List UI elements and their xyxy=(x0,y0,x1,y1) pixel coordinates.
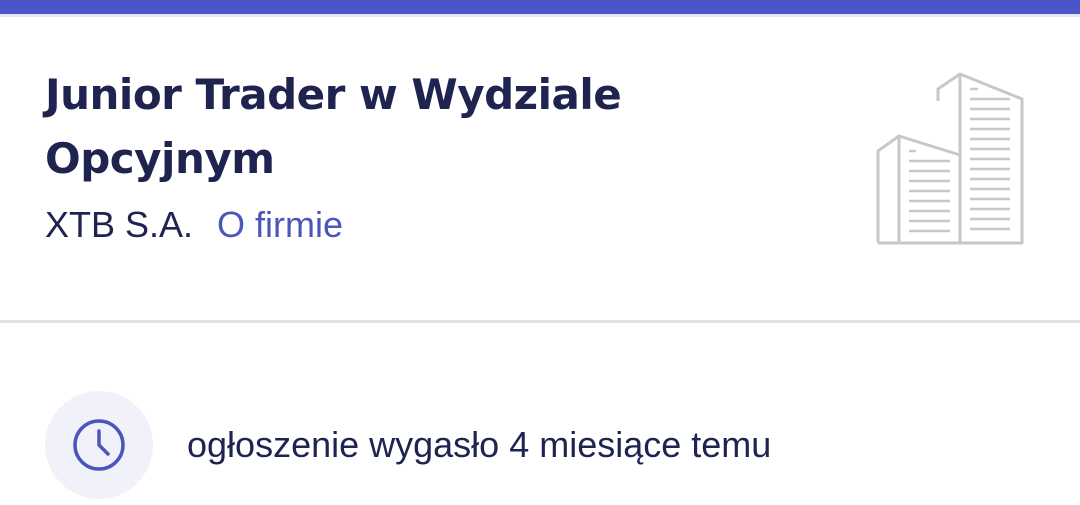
company-name: XTB S.A. xyxy=(45,204,194,245)
section-divider xyxy=(0,320,1080,323)
company-row: XTB S.A. O firmie xyxy=(45,203,343,247)
job-header: Junior Trader w Wydziale Opcyjnym XTB S.… xyxy=(0,17,1080,320)
clock-badge xyxy=(45,391,153,499)
expiry-status-text: ogłoszenie wygasło 4 miesiące temu xyxy=(187,424,772,465)
about-company-link[interactable]: O firmie xyxy=(217,204,343,246)
top-accent-bar xyxy=(0,0,1080,14)
job-offer-page: Junior Trader w Wydziale Opcyjnym XTB S.… xyxy=(0,0,1080,505)
job-title: Junior Trader w Wydziale Opcyjnym xyxy=(45,70,622,183)
building-icon xyxy=(876,72,1024,245)
expiry-status: ogłoszenie wygasło 4 miesiące temu xyxy=(45,390,771,500)
clock-icon xyxy=(73,419,125,471)
